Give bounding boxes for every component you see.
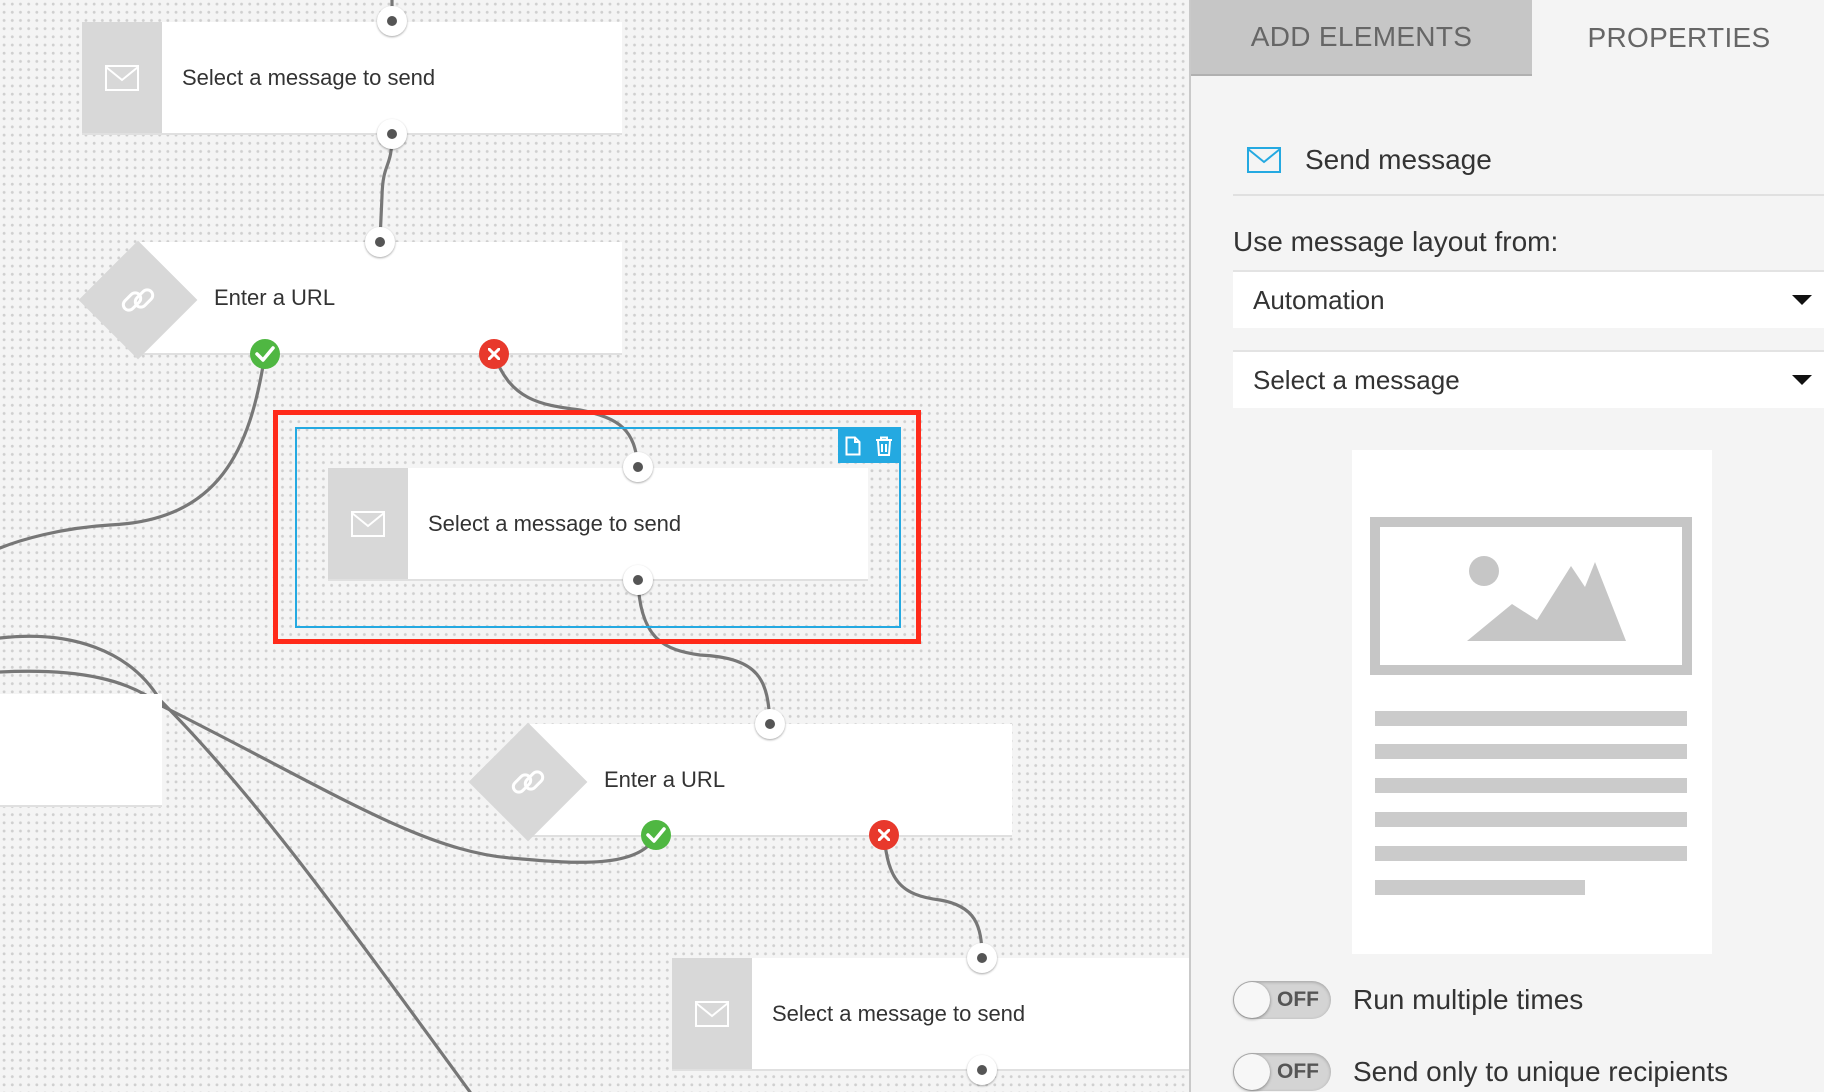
message-node-icon-box [82, 22, 162, 133]
output-port[interactable] [377, 119, 407, 149]
partial-node[interactable] [0, 694, 162, 807]
toggle-state: OFF [1277, 988, 1319, 1011]
unique-recipients-toggle[interactable]: OFF [1233, 1053, 1331, 1091]
input-port[interactable] [755, 709, 785, 739]
message-select[interactable]: Select a message [1233, 350, 1824, 408]
toggle-label: Send only to unique recipients [1353, 1056, 1729, 1087]
node-toolbar [838, 428, 900, 463]
duplicate-button[interactable] [845, 436, 861, 456]
caret-down-icon [1792, 375, 1812, 385]
toggle-state: OFF [1277, 1060, 1319, 1083]
input-port[interactable] [365, 227, 395, 257]
check-icon [255, 346, 275, 362]
toggle-label: Run multiple times [1353, 984, 1584, 1015]
selected-node-outline [295, 427, 901, 628]
toggle-knob [1234, 982, 1270, 1018]
envelope-icon [1247, 147, 1281, 173]
url-node[interactable]: Enter a URL [530, 724, 1012, 837]
panel-title: Send message [1305, 144, 1492, 175]
input-port[interactable] [967, 943, 997, 973]
node-label: Select a message to send [772, 1000, 1026, 1026]
copy-icon [845, 436, 861, 455]
check-icon [646, 827, 666, 843]
tab-add-elements[interactable]: ADD ELEMENTS [1191, 0, 1532, 76]
message-node[interactable]: Select a message to send [672, 958, 1189, 1071]
input-port[interactable] [377, 6, 407, 36]
layout-preview-icon [1370, 517, 1692, 895]
failure-port[interactable] [479, 339, 509, 369]
toggle-knob [1234, 1054, 1270, 1090]
trash-icon [876, 436, 892, 456]
envelope-icon [695, 1000, 729, 1027]
envelope-icon [105, 64, 139, 91]
layout-select-value: Automation [1253, 284, 1385, 315]
success-port[interactable] [250, 339, 280, 369]
panel-header: Send message [1233, 126, 1824, 196]
workflow-canvas[interactable]: Select a message to send Enter a URL Sel… [0, 0, 1189, 1092]
toggle-row: OFF Send only to unique recipients [1233, 1053, 1728, 1091]
failure-port[interactable] [869, 820, 899, 850]
output-port[interactable] [967, 1055, 997, 1085]
layout-label: Use message layout from: [1233, 226, 1559, 257]
node-label: Enter a URL [604, 766, 726, 792]
caret-down-icon [1792, 295, 1812, 305]
toggle-row: OFF Run multiple times [1233, 981, 1583, 1019]
layout-select[interactable]: Automation [1233, 270, 1824, 328]
link-icon [121, 288, 155, 312]
delete-button[interactable] [875, 436, 893, 456]
message-select-value: Select a message [1253, 364, 1460, 395]
node-label: Enter a URL [214, 284, 336, 310]
success-port[interactable] [641, 820, 671, 850]
link-icon [511, 770, 545, 794]
x-icon [878, 829, 890, 841]
tab-properties[interactable]: PROPERTIES [1532, 0, 1824, 76]
message-node-icon-box [672, 958, 752, 1069]
run-multiple-times-toggle[interactable]: OFF [1233, 981, 1331, 1019]
x-icon [488, 348, 500, 360]
node-label: Select a message to send [182, 64, 436, 90]
message-preview [1352, 450, 1712, 954]
url-node[interactable]: Enter a URL [140, 242, 622, 355]
message-node[interactable]: Select a message to send [82, 22, 622, 135]
